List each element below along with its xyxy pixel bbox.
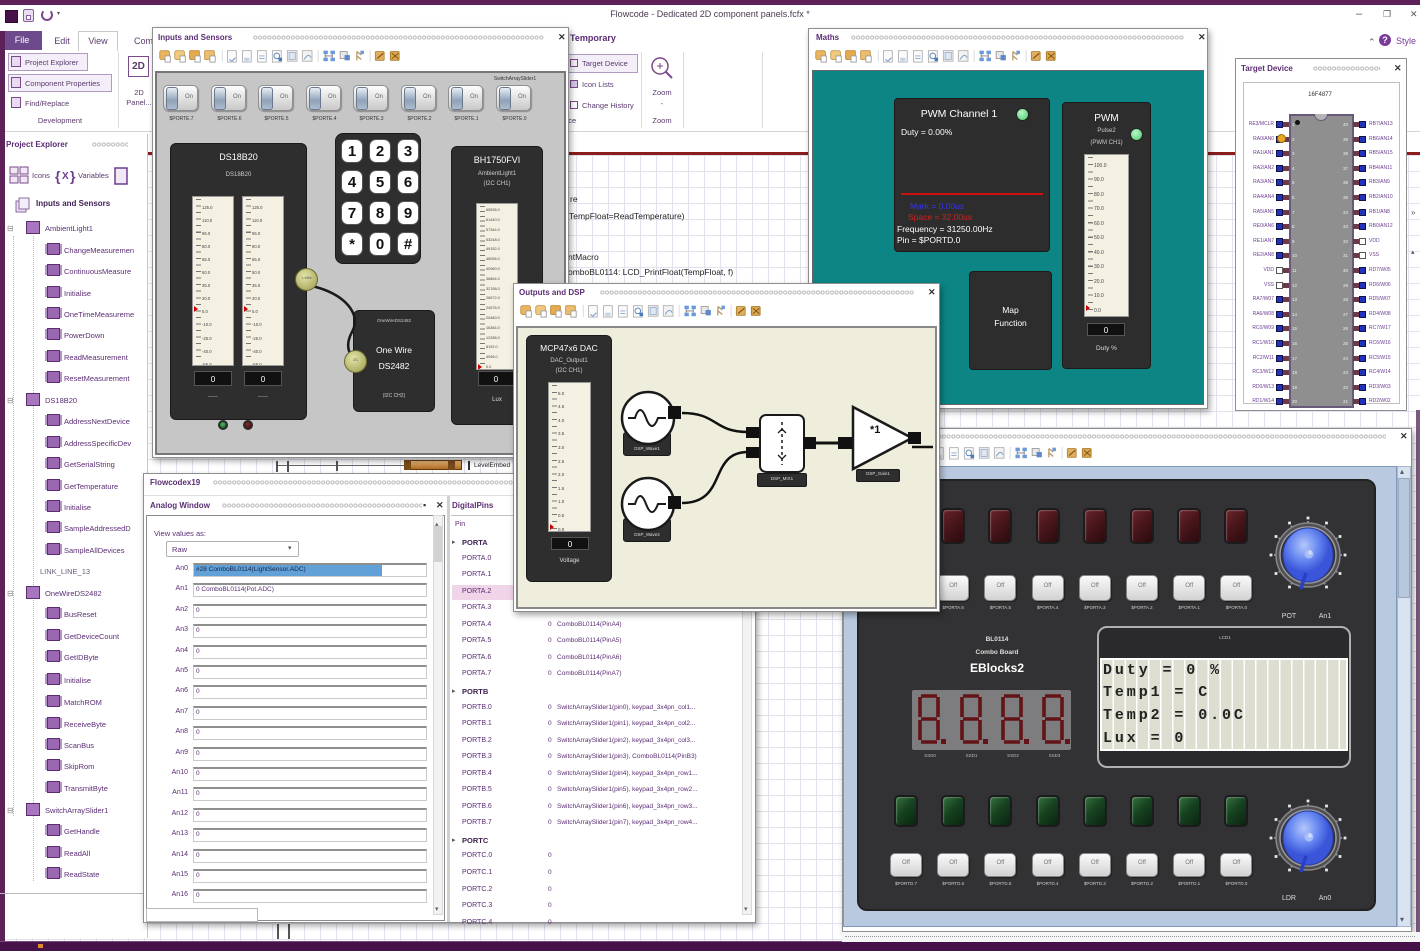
svg-text:Variables: Variables xyxy=(78,171,109,180)
svg-text:{: { xyxy=(55,168,61,184)
svg-text:}: } xyxy=(70,168,76,184)
svg-text:Icons: Icons xyxy=(32,171,50,180)
svg-text:*1: *1 xyxy=(870,424,880,436)
svg-text:X: X xyxy=(62,171,69,182)
